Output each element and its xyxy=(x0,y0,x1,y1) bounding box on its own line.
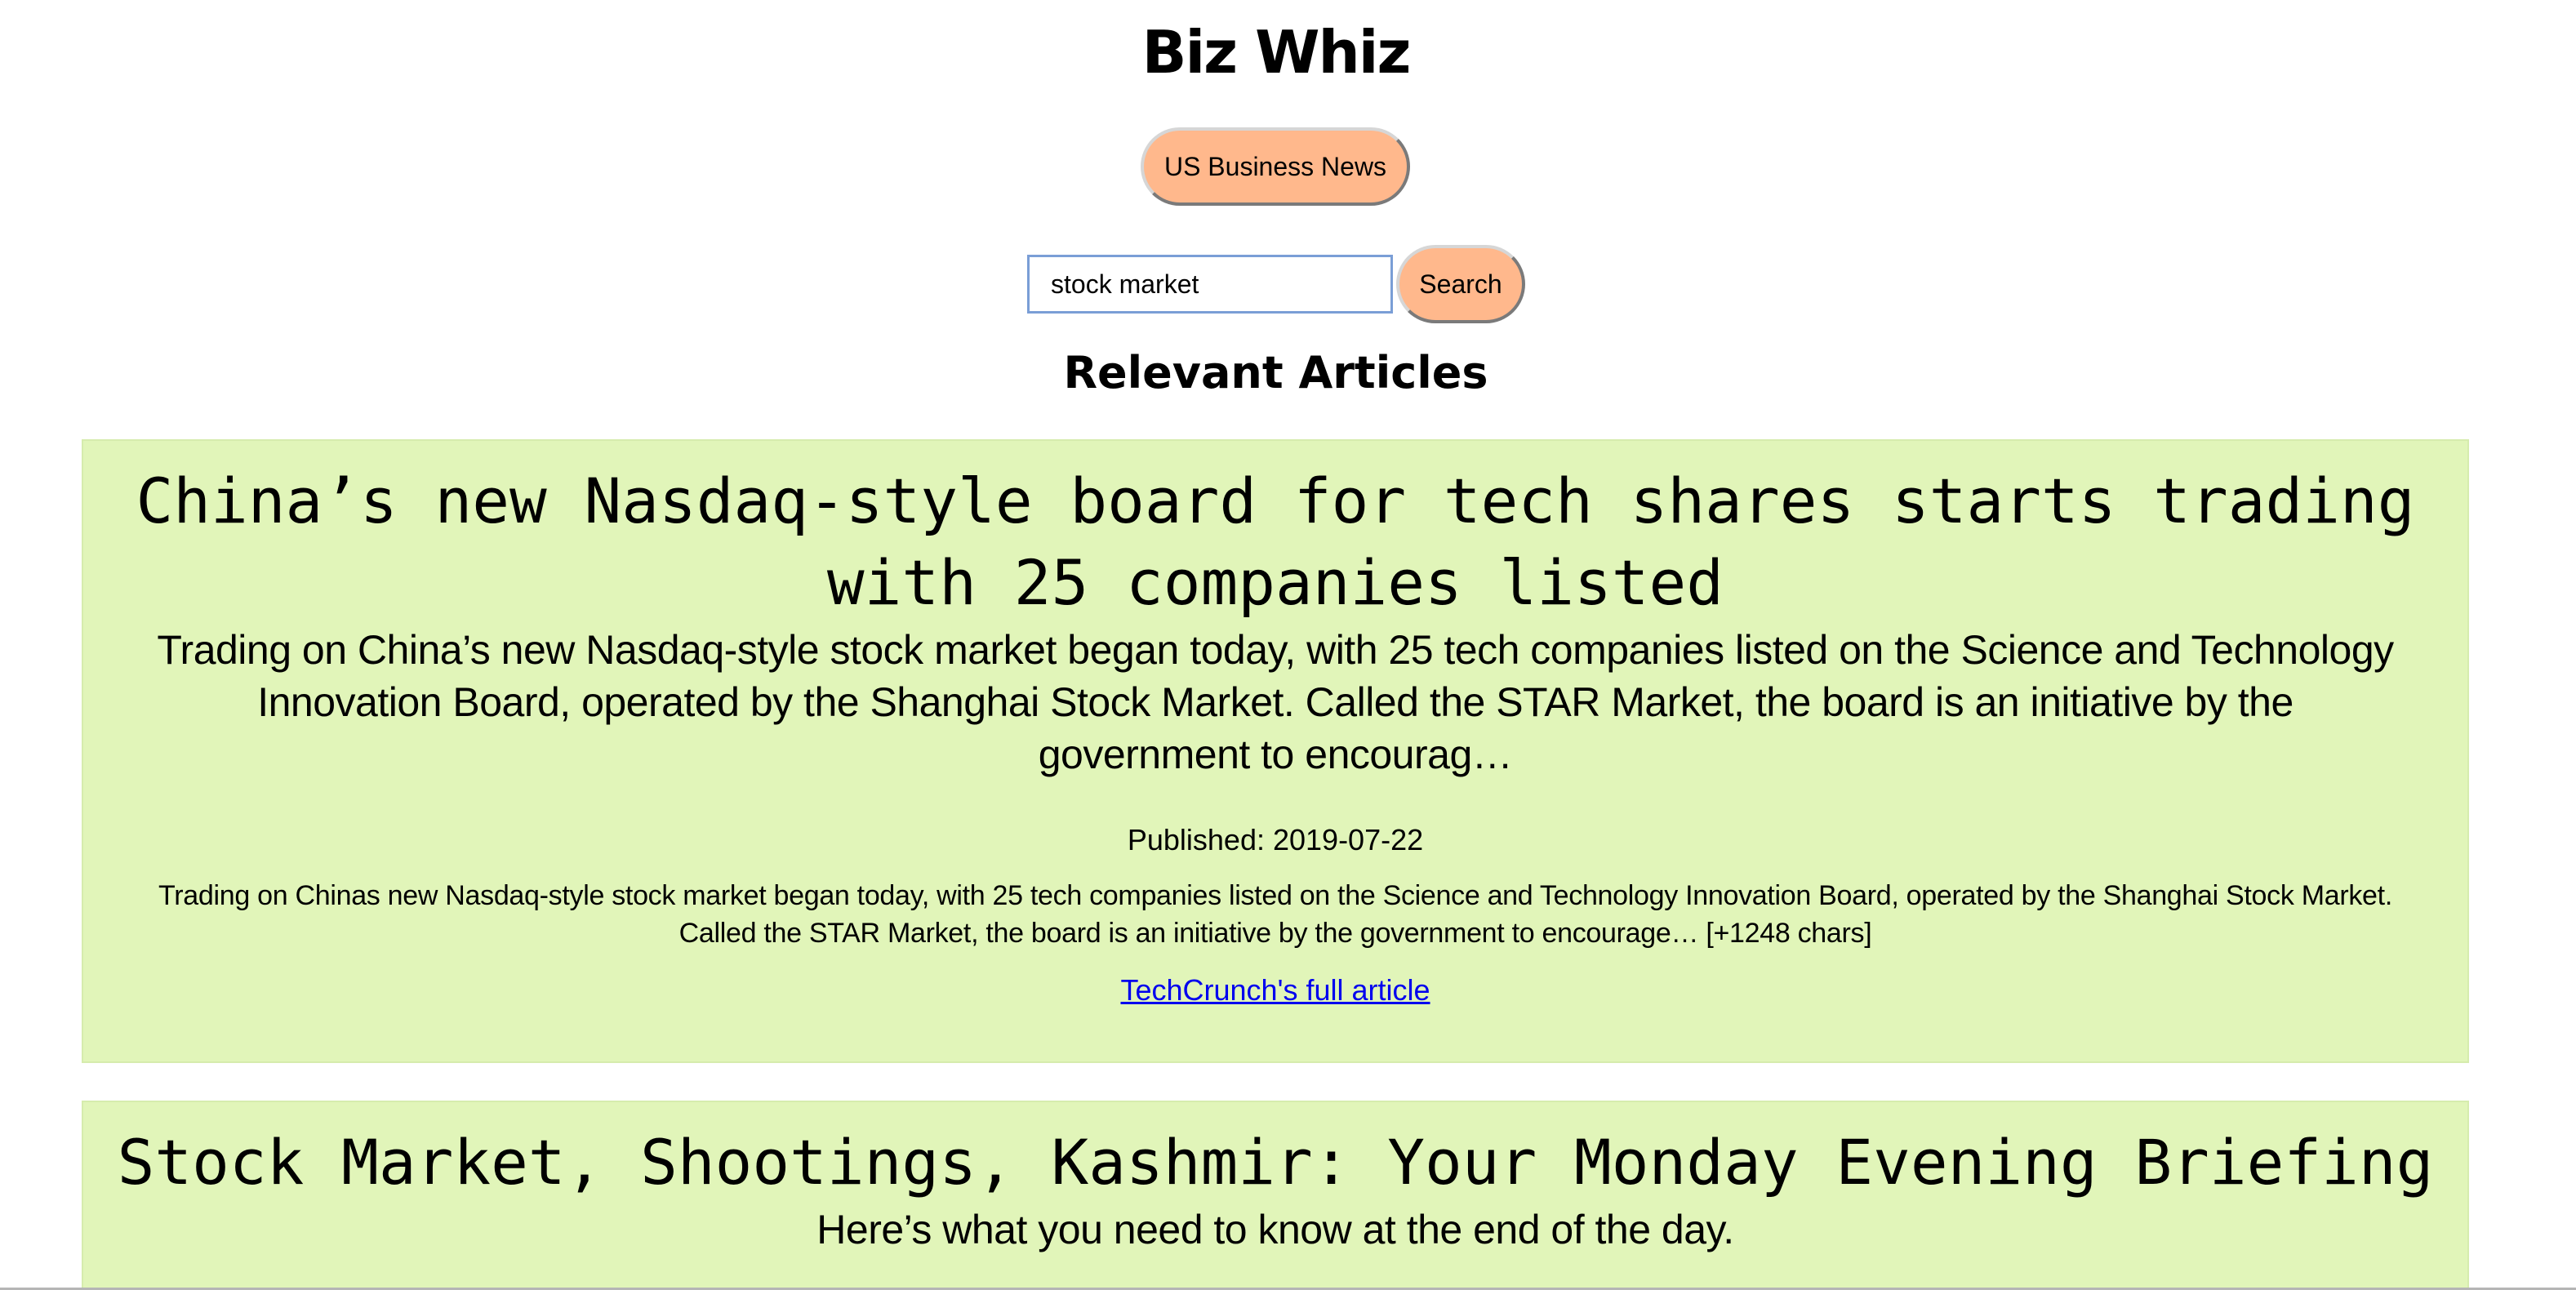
article-description: Here’s what you need to know at the end … xyxy=(816,1207,1734,1252)
relevant-articles-heading: Relevant Articles xyxy=(1063,347,1488,398)
full-article-link[interactable]: TechCrunch's full article xyxy=(1120,970,1430,1011)
us-business-news-button[interactable]: US Business News xyxy=(1141,127,1410,206)
site-title: Biz Whiz xyxy=(1141,18,1412,87)
search-input[interactable] xyxy=(1027,255,1393,314)
article-title: China’s new Nasdaq-style board for tech … xyxy=(136,465,2415,619)
article-description: Trading on China’s new Nasdaq-style stoc… xyxy=(157,627,2394,777)
article-published-date: Published: 2019-07-22 xyxy=(1127,823,1424,856)
article-title: Stock Market, Shootings, Kashmir: Your M… xyxy=(117,1126,2434,1199)
search-bar: Search xyxy=(1027,245,1533,323)
article-card: China’s new Nasdaq-style board for tech … xyxy=(82,439,2469,1063)
article-card: Stock Market, Shootings, Kashmir: Your M… xyxy=(82,1101,2469,1290)
page: Biz Whiz US Business News Search Relevan… xyxy=(0,0,2576,1290)
search-button[interactable]: Search xyxy=(1396,245,1525,323)
article-content: Trading on Chinas new Nasdaq-style stock… xyxy=(158,880,2392,949)
